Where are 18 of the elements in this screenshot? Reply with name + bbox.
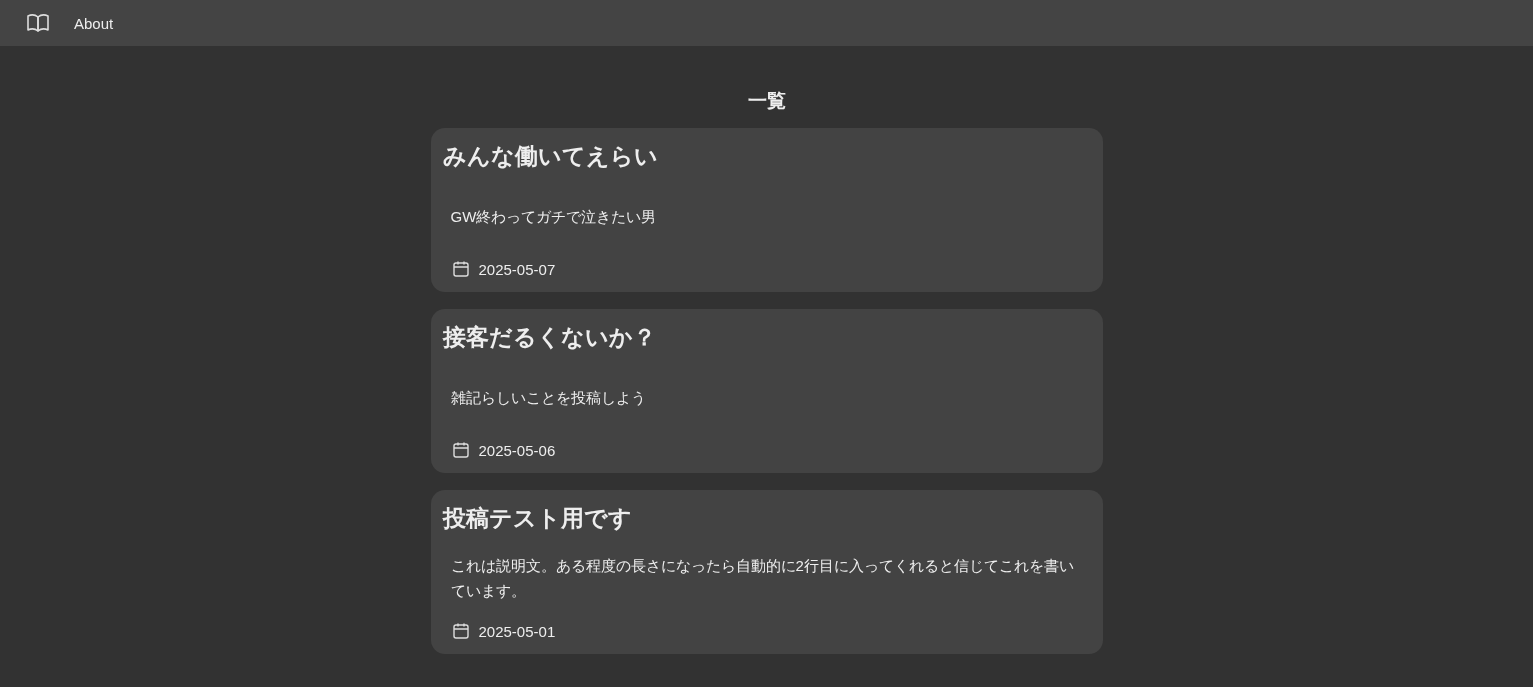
post-description: GW終わってガチで泣きたい男 (450, 206, 657, 227)
post-title: みんな働いてえらい (442, 142, 659, 171)
post-card[interactable]: みんな働いてえらい GW終わってガチで泣きたい男 2025-05-07 (430, 128, 1103, 292)
about-link[interactable]: About (74, 14, 114, 32)
post-title: 投稿テスト用です (442, 504, 633, 533)
post-card[interactable]: 接客だるくないか？ 雑記らしいことを投稿しよう 2025-05-06 (430, 309, 1103, 473)
book-icon[interactable] (26, 11, 50, 35)
calendar-icon (451, 622, 470, 640)
post-title: 接客だるくないか？ (442, 323, 657, 352)
post-description: これは説明文。ある程度の長さになったら自動的に2行目に入ってくれると信じてこれを書いています。 (450, 556, 1075, 601)
post-date: 2025-05-01 (478, 622, 556, 640)
page-heading: 一覧 (747, 89, 786, 113)
calendar-icon (451, 260, 470, 278)
post-card[interactable]: 投稿テスト用です これは説明文。ある程度の長さになったら自動的に2行目に入ってくれると信じてこれを書いています。 2025-05-01 (430, 490, 1103, 654)
calendar-icon (451, 441, 470, 459)
post-date: 2025-05-06 (478, 441, 556, 459)
post-description: 雑記らしいことを投稿しよう (450, 387, 646, 408)
post-date: 2025-05-07 (478, 260, 556, 278)
